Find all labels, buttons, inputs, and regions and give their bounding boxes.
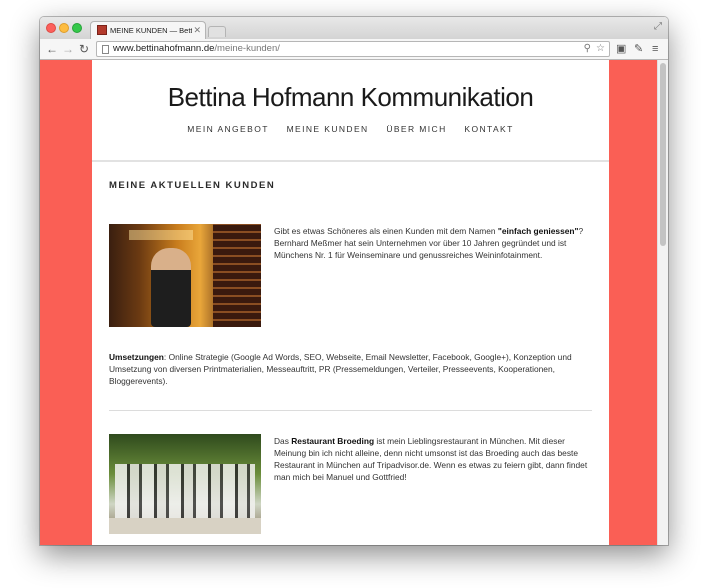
main-navigation: MEIN ANGEBOT MEINE KUNDEN ÜBER MICH KONT…	[92, 124, 609, 134]
page-icon	[102, 45, 109, 54]
page-viewport: Bettina Hofmann Kommunikation MEIN ANGEB…	[40, 60, 668, 545]
evernote-icon[interactable]: ✎	[634, 42, 643, 56]
extension-icon[interactable]: ▣	[616, 42, 626, 56]
person-figure	[151, 248, 191, 327]
scrollbar-thumb[interactable]	[660, 63, 666, 246]
forward-icon[interactable]: →	[62, 41, 74, 57]
services-text: : Online Strategie (Google Ad Words, SEO…	[109, 352, 572, 386]
shop-sign	[129, 230, 193, 240]
close-window-button[interactable]	[46, 23, 56, 33]
table-foreground	[109, 518, 261, 534]
page-content: Bettina Hofmann Kommunikation MEIN ANGEB…	[92, 60, 609, 545]
tab-close-icon[interactable]: ✕	[193, 24, 201, 36]
section-heading: MEINE AKTUELLEN KUNDEN	[109, 180, 276, 191]
url-path: /meine-kunden/	[214, 43, 280, 54]
minimize-window-button[interactable]	[59, 23, 69, 33]
site-title[interactable]: Bettina Hofmann Kommunikation	[92, 80, 609, 114]
client-photo-einfach-geniessen	[109, 224, 261, 327]
zoom-window-button[interactable]	[72, 23, 82, 33]
address-bar[interactable]: www.bettinahofmann.de/meine-kunden/ ⚲ ☆	[96, 41, 610, 57]
favicon-icon	[97, 25, 107, 35]
nav-item-meine-kunden[interactable]: MEINE KUNDEN	[287, 124, 369, 134]
search-icon[interactable]: ⚲	[584, 42, 591, 56]
vertical-scrollbar[interactable]	[657, 60, 668, 545]
title-bar: MEINE KUNDEN — Bettina ✕ ⤢	[40, 17, 668, 39]
new-tab-button[interactable]	[208, 26, 226, 37]
client2-description: Das Restaurant Broeding ist mein Lieblin…	[274, 435, 599, 483]
nav-item-ueber-mich[interactable]: ÜBER MICH	[386, 124, 446, 134]
bookmark-star-icon[interactable]: ☆	[596, 42, 605, 56]
team-figures	[115, 464, 255, 519]
back-icon[interactable]: ←	[46, 41, 58, 57]
url-domain: www.bettinahofmann.de	[113, 43, 215, 54]
client-divider	[109, 410, 592, 411]
client1-services: Umsetzungen: Online Strategie (Google Ad…	[109, 351, 589, 387]
client-photo-restaurant-broeding	[109, 434, 261, 534]
nav-item-kontakt[interactable]: KONTAKT	[464, 124, 513, 134]
menu-icon[interactable]: ≡	[652, 42, 658, 56]
header-divider	[92, 160, 609, 162]
client1-name: "einfach geniessen"	[497, 226, 579, 236]
client1-intro: Gibt es etwas Schöneres als einen Kunden…	[274, 225, 599, 261]
nav-item-mein-angebot[interactable]: MEIN ANGEBOT	[187, 124, 269, 134]
client2-prefix: Das	[274, 436, 292, 446]
browser-window: MEINE KUNDEN — Bettina ✕ ⤢ ← → ↻ www.bet…	[40, 17, 668, 545]
browser-tab[interactable]: MEINE KUNDEN — Bettina ✕	[90, 21, 206, 39]
url-text[interactable]: www.bettinahofmann.de/meine-kunden/	[113, 42, 280, 56]
tab-title: MEINE KUNDEN — Bettina	[110, 26, 192, 35]
services-label: Umsetzungen	[109, 352, 164, 362]
client2-name: Restaurant Broeding	[291, 436, 375, 446]
fullscreen-icon[interactable]: ⤢	[654, 21, 662, 32]
wine-shelf	[213, 224, 261, 327]
browser-toolbar: ← → ↻ www.bettinahofmann.de/meine-kunden…	[40, 39, 668, 60]
reload-icon[interactable]: ↻	[79, 41, 89, 57]
client1-intro-prefix: Gibt es etwas Schöneres als einen Kunden…	[274, 226, 498, 236]
